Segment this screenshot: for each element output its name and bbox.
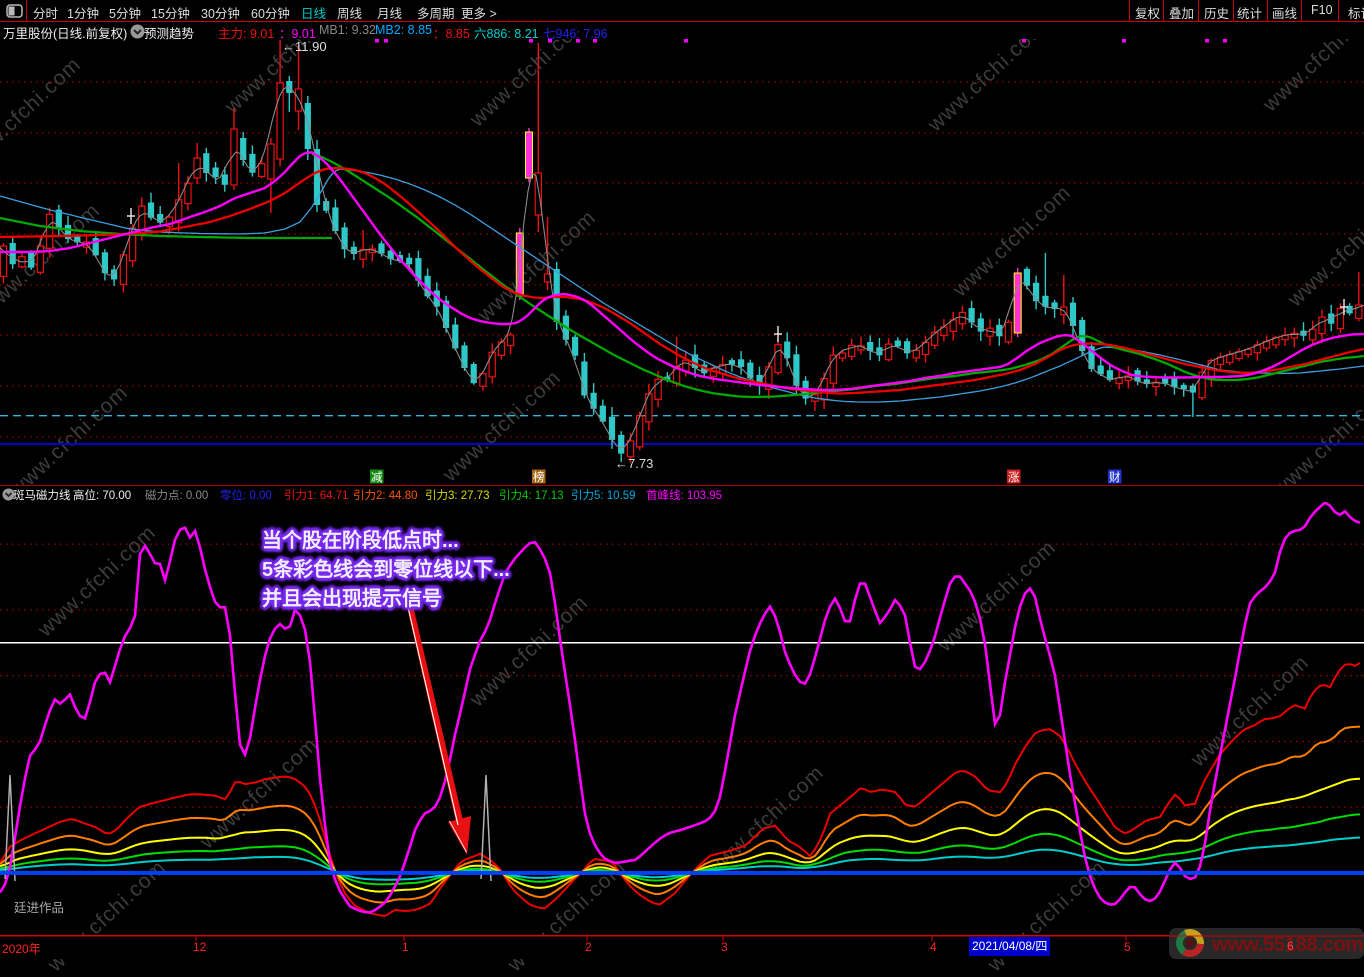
svg-text:涨: 涨 (1008, 471, 1020, 484)
svg-text:减: 减 (371, 471, 383, 484)
svg-text:6: 6 (1287, 939, 1294, 953)
svg-text:财: 财 (1109, 470, 1121, 484)
svg-text:榜: 榜 (533, 470, 545, 484)
svg-text:←7.73: ←7.73 (615, 456, 653, 471)
